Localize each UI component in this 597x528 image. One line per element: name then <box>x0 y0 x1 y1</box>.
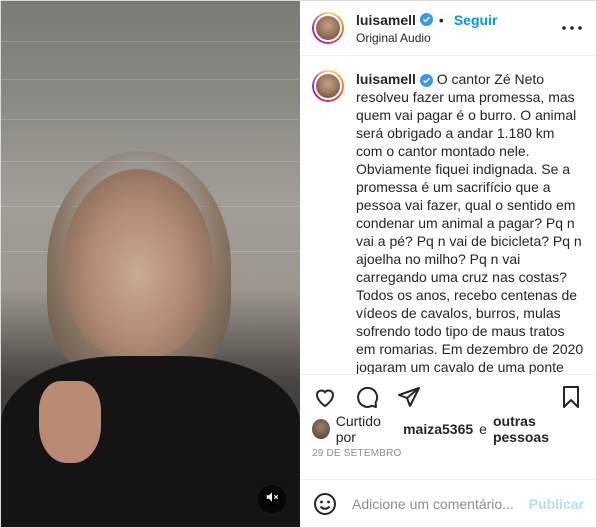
wall-line <box>1 41 300 42</box>
publish-button[interactable]: Publicar <box>529 496 584 512</box>
audio-link[interactable]: Original Audio <box>356 31 560 45</box>
post-date[interactable]: 29 DE SETEMBRO <box>300 440 596 468</box>
mute-button[interactable] <box>258 485 286 513</box>
video-player[interactable] <box>1 1 300 527</box>
comment-form: Adicione um comentário... Publicar <box>300 479 596 527</box>
avatar[interactable] <box>312 419 330 439</box>
muted-speaker-icon <box>265 490 279 509</box>
heart-icon[interactable] <box>312 384 338 410</box>
wall-line <box>1 119 300 120</box>
avatar[interactable] <box>312 70 344 102</box>
bookmark-icon[interactable] <box>558 384 584 410</box>
liked-suffix: e <box>479 421 487 437</box>
avatar[interactable] <box>312 12 344 44</box>
caption-username[interactable]: luisamell <box>356 71 416 87</box>
caption-body: O cantor Zé Neto resolveu fazer uma prom… <box>356 71 584 374</box>
follow-button[interactable]: Seguir <box>454 12 498 28</box>
comment-input[interactable]: Adicione um comentário... <box>352 496 529 512</box>
username-link[interactable]: luisamell <box>356 12 416 28</box>
wall-line <box>1 79 300 80</box>
post-modal: luisamell • Seguir Original Audio luisam… <box>0 0 597 528</box>
caption-area: luisamell O cantor Zé Neto resolveu faze… <box>300 56 596 374</box>
emoji-icon[interactable] <box>312 491 338 517</box>
more-options-icon[interactable] <box>560 19 584 37</box>
verified-badge-icon <box>419 74 433 87</box>
post-sidebar: luisamell • Seguir Original Audio luisam… <box>300 1 596 527</box>
post-header: luisamell • Seguir Original Audio <box>300 1 596 56</box>
likes-summary: Curtido por maiza5365 e outras pessoas <box>300 413 596 445</box>
share-icon[interactable] <box>396 384 422 410</box>
liked-user-link[interactable]: maiza5365 <box>403 421 473 437</box>
separator-dot: • <box>438 11 444 28</box>
header-names: luisamell • Seguir Original Audio <box>356 12 560 45</box>
caption-text: luisamell O cantor Zé Neto resolveu faze… <box>356 70 584 374</box>
action-bar <box>300 374 596 418</box>
verified-badge-icon <box>419 13 433 26</box>
comment-icon[interactable] <box>354 384 380 410</box>
person-face <box>63 169 213 359</box>
person-hand <box>39 381 101 463</box>
